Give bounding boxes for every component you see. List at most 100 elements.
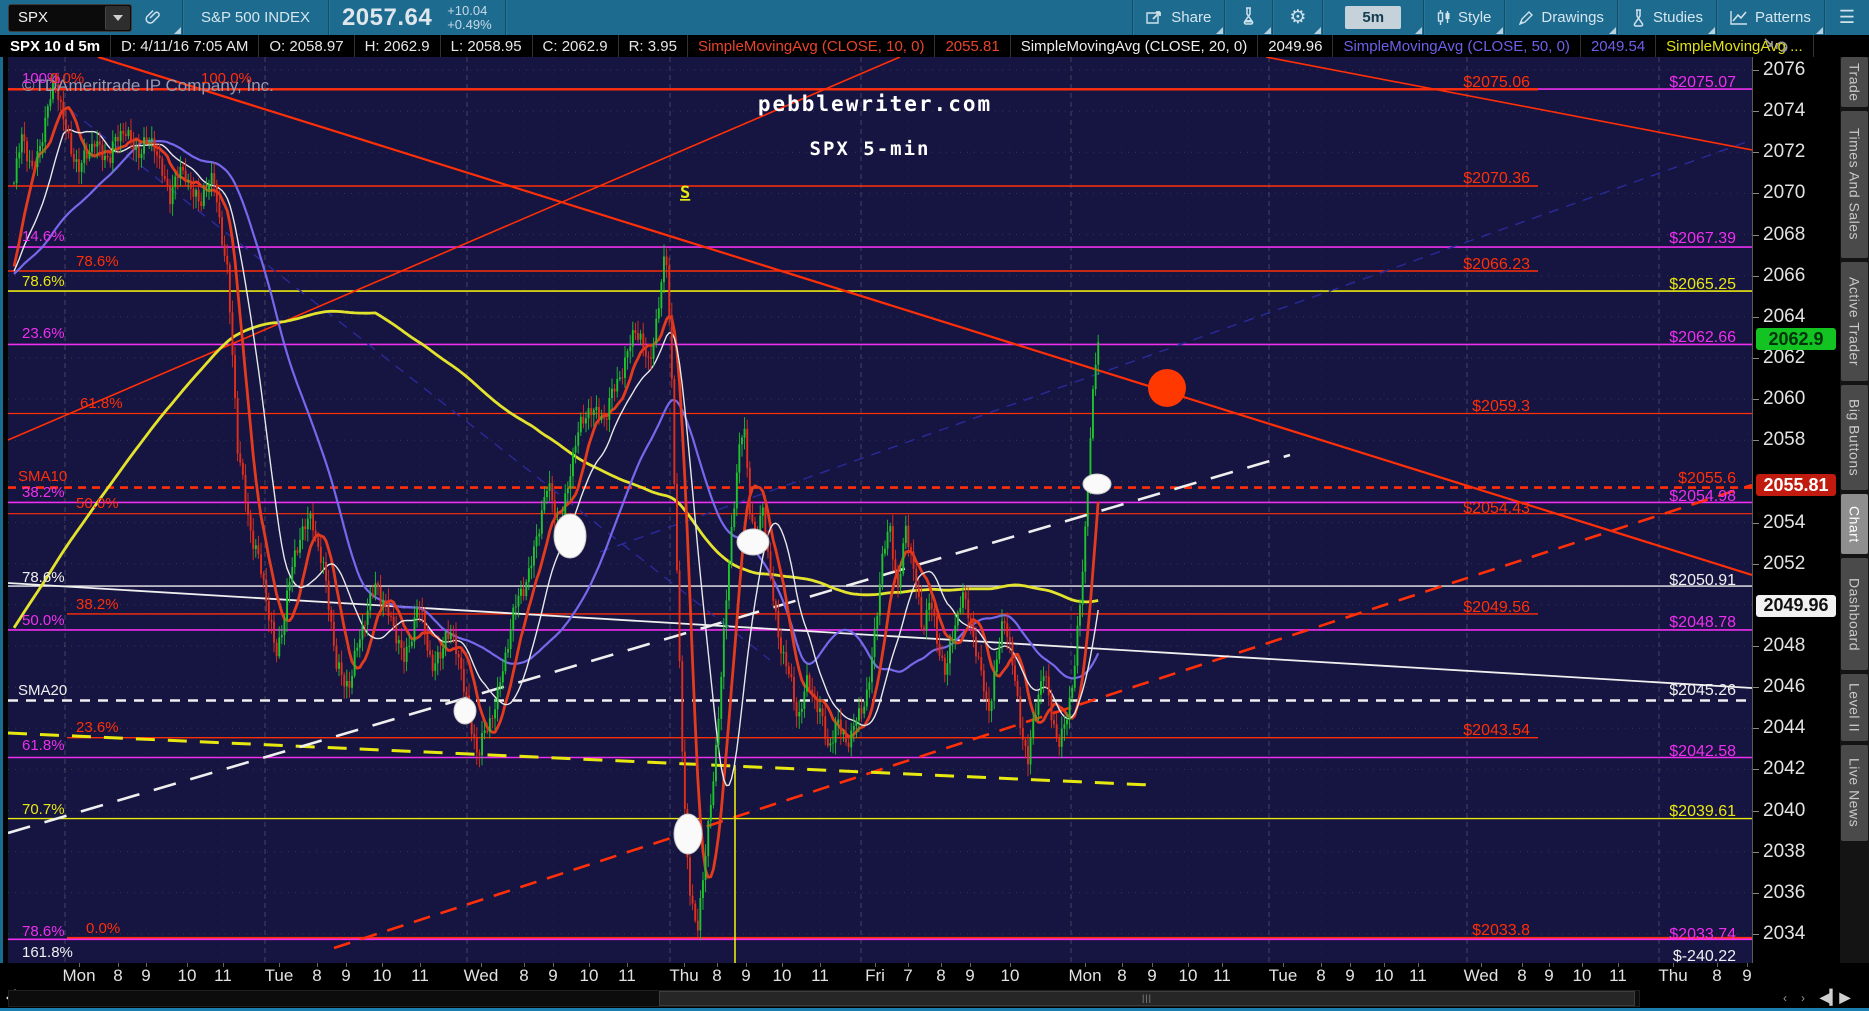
sidebar-tab-level-ii[interactable]: Level II xyxy=(1841,674,1868,741)
sidebar-tab-chart[interactable]: Chart xyxy=(1841,494,1868,554)
time-axis-tick xyxy=(1010,963,1011,967)
time-axis-tick xyxy=(524,963,525,967)
time-axis-tick xyxy=(1522,963,1523,967)
price-tick-label: 2046 xyxy=(1753,676,1805,698)
time-axis-hour-label: 8 xyxy=(936,966,946,985)
svg-text:$2033.8: $2033.8 xyxy=(1472,922,1530,939)
time-axis-day-label: Tue xyxy=(264,966,294,985)
svg-text:23.6%: 23.6% xyxy=(76,719,119,736)
time-axis-tick xyxy=(1321,963,1322,967)
sidebar-tab-times-and-sales[interactable]: Times And Sales xyxy=(1841,111,1868,258)
svg-text:$2049.56: $2049.56 xyxy=(1463,599,1530,616)
price-tick-label: 2066 xyxy=(1753,265,1805,287)
scroll-left-arrow[interactable]: ‹ xyxy=(1783,991,1787,1005)
time-axis-tick xyxy=(1418,963,1419,967)
time-axis-tick xyxy=(627,963,628,967)
jump-to-present-icon[interactable]: ◀▎▶ xyxy=(1820,989,1850,1006)
scroll-right-arrow[interactable]: › xyxy=(1801,991,1805,1005)
header-segment: O: 2058.97 xyxy=(259,35,355,57)
pencil-icon xyxy=(1518,10,1534,26)
time-axis-day-label: Mon xyxy=(1068,966,1102,985)
svg-text:$2065.25: $2065.25 xyxy=(1669,276,1736,293)
time-axis-tick xyxy=(279,963,280,967)
time-axis-hour-label: 11 xyxy=(811,966,829,985)
paperclip-icon xyxy=(145,9,162,26)
chart-scrollbar[interactable]: ||| xyxy=(8,990,1640,1007)
share-icon xyxy=(1146,10,1164,26)
style-button[interactable]: Style xyxy=(1424,0,1504,35)
pattern-chart-icon xyxy=(1730,10,1748,25)
svg-text:61.8%: 61.8% xyxy=(80,395,123,412)
time-axis-tick xyxy=(908,963,909,967)
share-button[interactable]: Share xyxy=(1133,0,1224,35)
svg-text:$2039.61: $2039.61 xyxy=(1669,803,1736,820)
time-axis-tick xyxy=(420,963,421,967)
header-segment: 2055.81 xyxy=(935,35,1011,57)
time-axis-tick xyxy=(553,963,554,967)
time-axis-day-label: Thu xyxy=(669,966,699,985)
time-axis-hour-label: 8 xyxy=(1712,966,1722,985)
svg-text:$2033.74: $2033.74 xyxy=(1669,926,1736,943)
time-axis[interactable]: Mon 8 9 10 11 Tue 8 9 10 11 Wed 8 9 10 11 Thu 8 9 10 11 Fri 7… xyxy=(0,963,1869,988)
svg-text:61.8%: 61.8% xyxy=(22,737,65,754)
price-tick-label: 2070 xyxy=(1753,182,1805,204)
header-segment: SPX 10 d 5m xyxy=(0,35,112,57)
link-charts-button[interactable] xyxy=(132,0,182,35)
time-axis-hour-label: 10 xyxy=(372,966,392,985)
sidebar-tab-dashboard[interactable]: Dashboard xyxy=(1841,558,1868,670)
price-badge: 2062.9 xyxy=(1756,328,1836,351)
svg-text:100.0%: 100.0% xyxy=(201,70,252,87)
scrollbar-thumb[interactable]: ||| xyxy=(659,991,1635,1006)
patterns-button[interactable]: Patterns xyxy=(1717,0,1824,35)
svg-text:$2050.91: $2050.91 xyxy=(1669,572,1736,589)
price-tick-label: 2052 xyxy=(1753,553,1805,575)
time-axis-tick xyxy=(1122,963,1123,967)
bottom-bar: ||| ‹ › ◀▎▶ xyxy=(0,988,1869,1011)
sidebar-tab-big-buttons[interactable]: Big Buttons xyxy=(1841,385,1868,490)
time-axis-tick xyxy=(1283,963,1284,967)
price-tick-label: 2068 xyxy=(1753,224,1805,246)
settings-button[interactable]: ⚙ xyxy=(1273,0,1322,35)
time-axis-hour-label: 9 xyxy=(1147,966,1157,985)
candlestick-icon xyxy=(1437,9,1451,27)
toolbar-menu-button[interactable]: ☰ xyxy=(1825,0,1869,35)
time-axis-tick xyxy=(1222,963,1223,967)
studies-button[interactable]: Studies xyxy=(1618,0,1716,35)
time-axis-tick xyxy=(820,963,821,967)
svg-text:$2054.98: $2054.98 xyxy=(1669,488,1736,505)
collapse-restore-icon[interactable] xyxy=(1763,35,1789,57)
time-axis-tick xyxy=(1350,963,1351,967)
timeframe-button[interactable]: 5m xyxy=(1323,0,1423,35)
time-axis-hour-label: 11 xyxy=(411,966,429,985)
time-axis-hour-label: 9 xyxy=(965,966,975,985)
time-axis-tick xyxy=(118,963,119,967)
time-axis-tick xyxy=(589,963,590,967)
price-tick-label: 2044 xyxy=(1753,717,1805,739)
svg-text:78.6%: 78.6% xyxy=(76,253,119,270)
hamburger-icon: ☰ xyxy=(1838,7,1855,27)
analyze-button[interactable] xyxy=(1225,0,1272,35)
sidebar-tab-live-news[interactable]: Live News xyxy=(1841,745,1868,841)
sidebar-tab-active-trader[interactable]: Active Trader xyxy=(1841,262,1868,381)
svg-text:$2048.78: $2048.78 xyxy=(1669,614,1736,631)
time-axis-tick xyxy=(875,963,876,967)
symbol-dropdown[interactable]: SPX xyxy=(8,3,132,32)
time-axis-hour-label: 10 xyxy=(772,966,792,985)
chevron-down-icon[interactable] xyxy=(105,5,130,30)
flask-icon xyxy=(1241,6,1256,29)
sidebar-tab-trade[interactable]: Trade xyxy=(1841,57,1868,107)
time-axis-tick xyxy=(1188,963,1189,967)
time-axis-hour-label: 9 xyxy=(1345,966,1355,985)
drawings-button[interactable]: Drawings xyxy=(1505,0,1617,35)
header-segment: 2049.54 xyxy=(1581,35,1657,57)
time-axis-hour-label: 9 xyxy=(548,966,558,985)
price-axis[interactable]: 2076 2074 2072 2070 2068 2066 2064 2062 2060 2058… xyxy=(1752,57,1841,963)
time-axis-hour-label: 10 xyxy=(1374,966,1394,985)
time-axis-day-label: Tue xyxy=(1268,966,1298,985)
price-chart[interactable]: ©TDAmeritrade IP Company, Inc. pebblewrit… xyxy=(8,57,1752,963)
time-axis-day-label: Fri xyxy=(865,966,885,985)
svg-text:70.7%: 70.7% xyxy=(22,801,65,818)
time-axis-hour-label: 9 xyxy=(141,966,151,985)
time-axis-hour-label: 11 xyxy=(1409,966,1427,985)
studies-label: Studies xyxy=(1652,9,1703,26)
